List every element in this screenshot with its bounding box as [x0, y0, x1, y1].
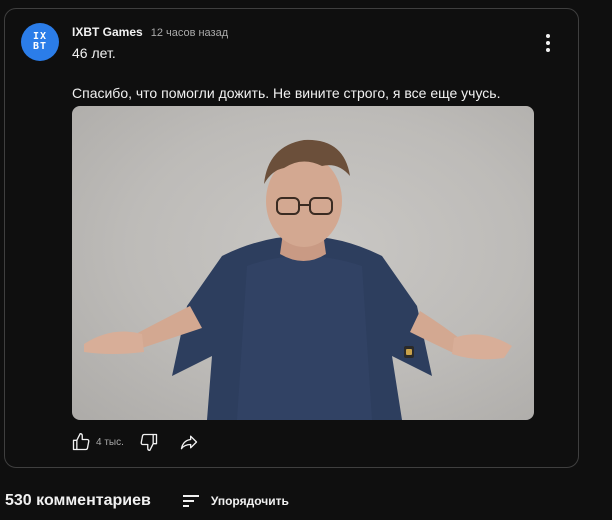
sort-icon [182, 495, 199, 507]
avatar-text-bottom: BT [32, 41, 48, 52]
thumbs-up-icon[interactable] [68, 429, 94, 455]
community-post: IX BT IXBT Games 12 часов назад 46 лет. … [4, 8, 579, 468]
channel-name-link[interactable]: IXBT Games [72, 25, 143, 39]
comments-count: 530 комментариев [5, 492, 151, 509]
post-actions: 4 тыс. [68, 429, 202, 455]
like-count: 4 тыс. [96, 436, 124, 448]
post-text-line-2: Спасибо, что помогли дожить. Не вините с… [72, 85, 501, 101]
more-vertical-icon[interactable] [536, 31, 560, 55]
thumbs-down-icon[interactable] [136, 429, 162, 455]
post-image[interactable] [72, 106, 534, 420]
sort-comments-button[interactable]: Упорядочить [181, 493, 289, 509]
comments-header: 530 комментариев Упорядочить [5, 492, 289, 510]
share-icon[interactable] [176, 429, 202, 455]
sort-label: Упорядочить [210, 494, 289, 508]
post-text-line-1: 46 лет. [72, 45, 116, 61]
post-photo [84, 139, 512, 420]
post-header: IXBT Games 12 часов назад [72, 25, 228, 39]
channel-avatar[interactable]: IX BT [21, 23, 59, 61]
post-timestamp[interactable]: 12 часов назад [151, 27, 228, 39]
